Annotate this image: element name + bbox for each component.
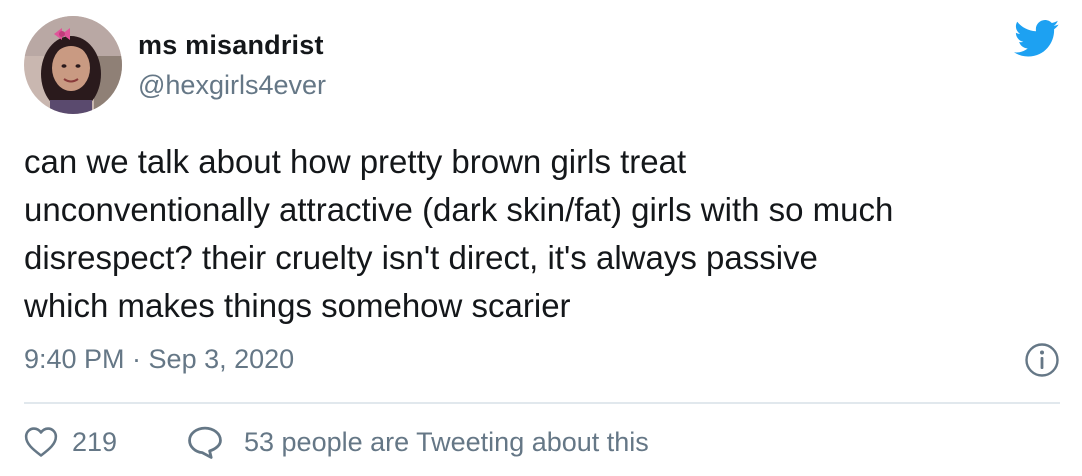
conversation-text: 53 people are Tweeting about this (244, 426, 649, 457)
like-button[interactable]: 219 (24, 424, 117, 460)
tweet-line: which makes things somehow scarier (24, 287, 571, 324)
conversation-link[interactable]: 53 people are Tweeting about this (186, 424, 649, 460)
tweet-line: unconventionally attractive (dark skin/f… (24, 191, 894, 228)
author-display-name[interactable]: ms misandrist (138, 30, 324, 61)
twitter-bird-icon[interactable] (1014, 20, 1060, 58)
tweet-text: can we talk about how pretty brown girls… (24, 138, 1064, 330)
speech-bubble-icon (188, 426, 222, 459)
tweet-line: can we talk about how pretty brown girls… (24, 143, 687, 180)
tweet-line: disrespect? their cruelty isn't direct, … (24, 239, 818, 276)
author-handle[interactable]: @hexgirls4ever (138, 70, 326, 101)
heart-icon (24, 427, 58, 457)
likes-count: 219 (72, 426, 118, 457)
tweet-timestamp[interactable]: 9:40 PM · Sep 3, 2020 (24, 344, 294, 375)
avatar[interactable] (24, 16, 122, 114)
divider (24, 402, 1060, 404)
info-icon[interactable] (1024, 342, 1060, 378)
